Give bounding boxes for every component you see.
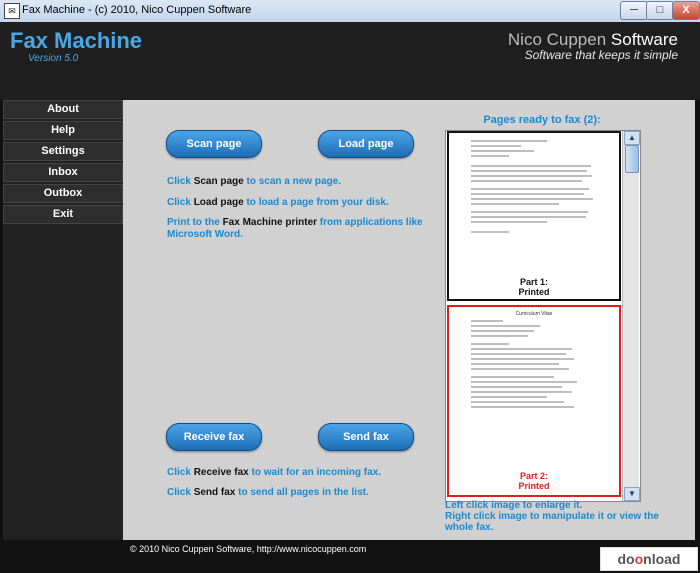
load-instruction-post: to load a page from your disk. — [243, 197, 389, 208]
load-page-button[interactable]: Load page — [318, 130, 414, 158]
download-watermark: doonload — [600, 547, 698, 571]
app-version: Version 5.0 — [28, 53, 79, 64]
scrollbar-thumb[interactable] — [625, 145, 639, 173]
page-part-label: Part 1: — [519, 277, 548, 287]
vendor-name: Nico Cuppen — [507, 30, 607, 49]
receive-instruction-pre: Click — [167, 467, 194, 478]
sidebar-item-about[interactable]: About — [3, 100, 123, 119]
header: Fax Machine Version 5.0 Nico Cuppen Soft… — [0, 22, 700, 100]
page-thumbnail[interactable]: Part 1: Printed — [447, 131, 621, 301]
pages-list: Part 1: Printed Curriculum Vitae Part 2: — [445, 130, 641, 502]
page-part-label: Part 2: — [519, 471, 548, 481]
scroll-up-arrow-icon[interactable]: ▲ — [624, 131, 640, 145]
pages-help-line-1: Left click image to enlarge it. — [445, 500, 583, 511]
scan-instruction-post: to scan a new page. — [243, 176, 341, 187]
load-instruction-pre: Click — [167, 197, 194, 208]
vendor-logo: Nico Cuppen Software — [508, 30, 678, 50]
scan-instruction-pre: Click — [167, 176, 194, 187]
page-status-label: Printed — [518, 287, 550, 297]
scan-instruction-keyword: Scan page — [193, 176, 244, 187]
receive-instruction: Click Receive fax to wait for an incomin… — [167, 467, 381, 478]
print-instruction-pre: Print to the — [167, 217, 223, 228]
window-titlebar: ✉ Fax Machine - (c) 2010, Nico Cuppen So… — [0, 0, 700, 23]
sidebar-item-settings[interactable]: Settings — [3, 142, 123, 161]
page-preview — [471, 137, 597, 236]
sidebar-item-exit[interactable]: Exit — [3, 205, 123, 224]
send-instruction-keyword: Send fax — [193, 487, 236, 498]
pages-panel: Pages ready to fax (2): Part 1: Printed — [439, 100, 695, 540]
send-instruction-post: to send all pages in the list. — [235, 487, 369, 498]
page-status-label: Printed — [518, 481, 550, 491]
load-instruction-keyword: Load page — [193, 197, 244, 208]
watermark-part-c: nload — [643, 551, 681, 567]
send-fax-button[interactable]: Send fax — [318, 423, 414, 451]
minimize-button[interactable]: ─ — [620, 1, 648, 20]
maximize-button[interactable]: □ — [646, 1, 674, 20]
page-thumbnail-selected[interactable]: Curriculum Vitae Part 2: Printed — [447, 305, 621, 497]
receive-instruction-keyword: Receive fax — [193, 467, 249, 478]
load-instruction: Click Load page to load a page from your… — [167, 197, 389, 208]
print-instruction: Print to the Fax Machine printer from ap… — [167, 217, 429, 241]
pages-help: Left click image to enlarge it. Right cl… — [445, 500, 685, 533]
app-name: Fax Machine — [10, 28, 143, 53]
main-panel: Scan page Load page Click Scan page to s… — [123, 100, 439, 540]
receive-fax-button[interactable]: Receive fax — [166, 423, 262, 451]
app-icon: ✉ — [4, 3, 20, 19]
watermark-part-b: o — [634, 551, 644, 567]
print-instruction-keyword: Fax Machine printer — [222, 217, 318, 228]
send-instruction-pre: Click — [167, 487, 194, 498]
watermark-part-a: do — [617, 551, 635, 567]
sidebar-item-help[interactable]: Help — [3, 121, 123, 140]
sidebar-item-inbox[interactable]: Inbox — [3, 163, 123, 182]
scan-page-button[interactable]: Scan page — [166, 130, 262, 158]
scroll-down-arrow-icon[interactable]: ▼ — [624, 487, 640, 501]
pages-scrollbar[interactable]: ▲ ▼ — [622, 131, 640, 501]
sidebar: About Help Settings Inbox Outbox Exit — [3, 100, 123, 540]
pages-title: Pages ready to fax (2): — [483, 114, 601, 126]
receive-instruction-post: to wait for an incoming fax. — [248, 467, 381, 478]
pages-help-line-2: Right click image to manipulate it or vi… — [445, 511, 659, 533]
page-preview: Curriculum Vitae — [471, 311, 597, 411]
scan-instruction: Click Scan page to scan a new page. — [167, 176, 341, 187]
vendor-suffix: Software — [610, 30, 678, 49]
app-frame: Fax Machine Version 5.0 Nico Cuppen Soft… — [0, 22, 700, 573]
close-button[interactable]: X — [672, 1, 700, 20]
slogan: Software that keeps it simple — [524, 48, 678, 62]
sidebar-item-outbox[interactable]: Outbox — [3, 184, 123, 203]
page-preview-title: Curriculum Vitae — [515, 311, 553, 317]
footer: © 2010 Nico Cuppen Software, http://www.… — [0, 540, 700, 573]
window-title: Fax Machine - (c) 2010, Nico Cuppen Soft… — [22, 4, 252, 16]
footer-copyright: © 2010 Nico Cuppen Software, http://www.… — [130, 544, 367, 554]
send-instruction: Click Send fax to send all pages in the … — [167, 487, 369, 498]
